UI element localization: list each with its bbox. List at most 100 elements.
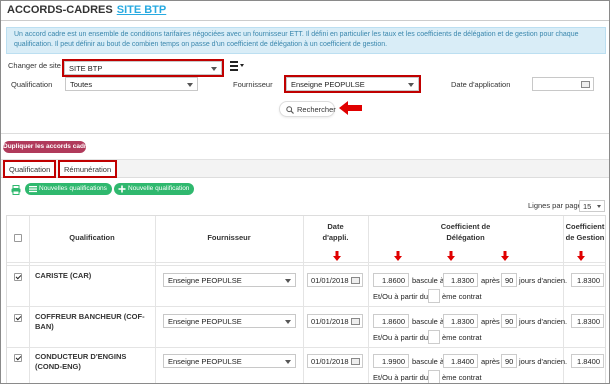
column-header-fournisseur[interactable]: Fournisseur [155, 232, 303, 243]
row-jours-input[interactable]: 90 [501, 354, 517, 368]
row-coef-gestion-input[interactable]: 1.8400 [571, 354, 604, 368]
column-header-qualification[interactable]: Qualification [29, 232, 155, 243]
row-fournisseur-value: Enseigne PEOPULSE [168, 317, 242, 326]
calendar-icon[interactable] [351, 277, 360, 284]
calendar-icon[interactable] [351, 358, 360, 365]
chevron-down-icon [597, 205, 601, 208]
row-coef-gestion-input[interactable]: 1.8300 [571, 273, 604, 287]
etou-text: Et/Ou à partir du [373, 292, 429, 301]
site-select[interactable]: SITE BTP [62, 59, 224, 77]
row-contrat-input[interactable] [428, 289, 440, 303]
bascule-text: bascule à [412, 276, 445, 285]
eme-contrat-text: ème contrat [442, 333, 482, 342]
search-button[interactable]: Rechercher [279, 101, 336, 117]
chevron-down-icon [408, 83, 414, 87]
row-date-input[interactable]: 01/01/2018 [307, 273, 363, 287]
new-qualification-label: Nouvelle qualification [128, 185, 190, 192]
date-application-label: Date d'application [451, 80, 511, 89]
new-qualifications-button[interactable]: Nouvelles qualifications [25, 183, 112, 195]
app-window: ACCORDS-CADRES SITE BTP Un accord cadre e… [0, 0, 610, 384]
plus-icon [118, 185, 126, 193]
column-header-delegation[interactable]: Coefficient de Délégation [368, 221, 563, 243]
accords-table: Qualification Fournisseur Date d'appli. … [6, 215, 606, 383]
list-menu-icon[interactable] [230, 61, 244, 71]
red-down-arrow-icon [501, 251, 509, 261]
fournisseur-filter-label: Fournisseur [233, 80, 273, 89]
red-down-arrow-icon [394, 251, 402, 261]
jours-text: jours d'ancien. [519, 317, 568, 326]
chevron-down-icon [285, 320, 291, 324]
apres-text: après [481, 317, 500, 326]
qualification-filter-select[interactable]: Toutes [65, 77, 198, 91]
new-qualification-button[interactable]: Nouvelle qualification [114, 183, 195, 195]
row-fournisseur-value: Enseigne PEOPULSE [168, 357, 242, 366]
row-bascule-input[interactable]: 1.8300 [443, 314, 478, 328]
chevron-down-icon [211, 67, 217, 71]
rows-per-page-label: Lignes par page: [528, 201, 584, 210]
fournisseur-filter-value: Enseigne PEOPULSE [291, 80, 365, 89]
row-date-value: 01/01/2018 [311, 276, 349, 285]
row-qualification: CARISTE (CAR) [35, 271, 92, 280]
row-coef-delegation-input[interactable]: 1.9900 [373, 354, 409, 368]
column-header-delegation-line1: Coefficient de [440, 222, 491, 231]
row-contrat-input[interactable] [428, 330, 440, 344]
bascule-text: bascule à [412, 317, 445, 326]
red-down-arrow-icon [447, 251, 455, 261]
page-title: ACCORDS-CADRES SITE BTP [7, 4, 166, 18]
calendar-icon[interactable] [351, 318, 360, 325]
chevron-down-icon [285, 279, 291, 283]
bascule-text: bascule à [412, 357, 445, 366]
title-divider [1, 20, 609, 21]
row-coef-gestion-input[interactable]: 1.8300 [571, 314, 604, 328]
column-header-date[interactable]: Date d'appli. [303, 221, 368, 243]
tab-qualification[interactable]: Qualification [2, 160, 57, 178]
fournisseur-filter-select[interactable]: Enseigne PEOPULSE [284, 75, 421, 93]
eme-contrat-text: ème contrat [442, 292, 482, 301]
site-link[interactable]: SITE BTP [117, 4, 167, 16]
rows-per-page-select[interactable]: 15 [579, 200, 605, 212]
rows-per-page-value: 15 [583, 202, 592, 211]
row-coef-delegation-input[interactable]: 1.8600 [373, 273, 409, 287]
calendar-icon[interactable] [581, 81, 590, 88]
row-fournisseur-select[interactable]: Enseigne PEOPULSE [163, 273, 296, 287]
column-header-gestion-line2: de Gestion [565, 233, 605, 242]
qualification-filter-value: Toutes [70, 80, 93, 89]
tab-remuneration[interactable]: Rémunération [57, 160, 118, 178]
row-checkbox[interactable] [14, 354, 22, 362]
site-select-value: SITE BTP [69, 64, 103, 73]
row-jours-input[interactable]: 90 [501, 273, 517, 287]
row-fournisseur-select[interactable]: Enseigne PEOPULSE [163, 354, 296, 368]
row-contrat-input[interactable] [428, 370, 440, 383]
new-qualifications-label: Nouvelles qualifications [39, 185, 107, 192]
chevron-down-icon [187, 83, 193, 87]
row-qualification: COFFREUR BANCHEUR (COF-BAN) [35, 312, 145, 331]
column-header-gestion[interactable]: Coefficient de Gestion [563, 221, 605, 243]
row-bascule-input[interactable]: 1.8300 [443, 273, 478, 287]
search-button-label: Rechercher [297, 105, 336, 114]
duplicate-button[interactable]: Dupliquer les accords cadres [3, 141, 94, 153]
site-label: Changer de site [8, 61, 61, 70]
column-header-delegation-line2: Délégation [446, 233, 485, 242]
row-checkbox[interactable] [14, 314, 22, 322]
date-application-input[interactable] [532, 77, 594, 91]
row-fournisseur-select[interactable]: Enseigne PEOPULSE [163, 314, 296, 328]
select-all-checkbox[interactable] [14, 234, 22, 242]
print-icon[interactable] [11, 185, 21, 195]
red-down-arrow-icon [577, 251, 585, 261]
jours-text: jours d'ancien. [519, 276, 568, 285]
row-date-input[interactable]: 01/01/2018 [307, 354, 363, 368]
apres-text: après [481, 357, 500, 366]
row-fournisseur-value: Enseigne PEOPULSE [168, 276, 242, 285]
jours-text: jours d'ancien. [519, 357, 568, 366]
row-date-input[interactable]: 01/01/2018 [307, 314, 363, 328]
row-jours-input[interactable]: 90 [501, 314, 517, 328]
column-header-gestion-line1: Coefficient [565, 222, 605, 231]
apres-text: après [481, 276, 500, 285]
row-coef-delegation-input[interactable]: 1.8600 [373, 314, 409, 328]
search-icon [286, 106, 294, 114]
chevron-down-icon [285, 360, 291, 364]
etou-text: Et/Ou à partir du [373, 333, 429, 342]
row-bascule-input[interactable]: 1.8400 [443, 354, 478, 368]
row-checkbox[interactable] [14, 273, 22, 281]
list-icon [29, 186, 37, 193]
